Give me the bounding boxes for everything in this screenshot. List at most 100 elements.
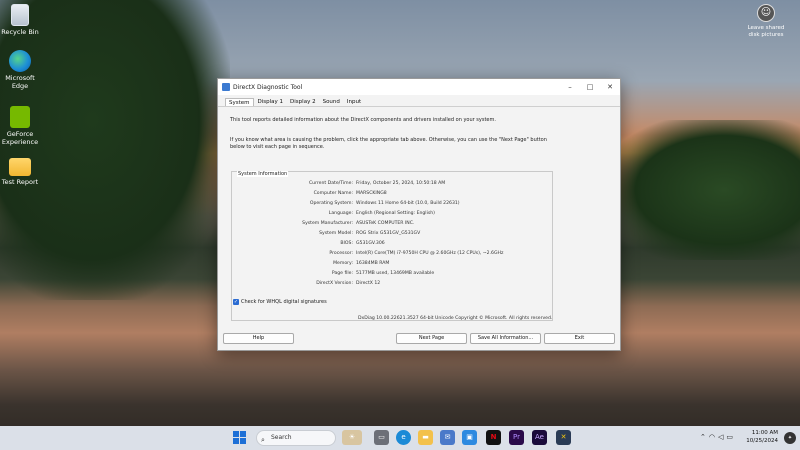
info-value: ASUSTeK COMPUTER INC.	[356, 221, 415, 226]
info-label: Computer Name:	[313, 191, 353, 196]
maximize-icon[interactable]: □	[580, 83, 600, 91]
desktop-icon-test-report[interactable]: Test Report	[0, 158, 42, 186]
desktop-icon-edge[interactable]: Microsoft Edge	[0, 50, 42, 90]
info-value: 5177MB used, 13469MB available	[356, 271, 435, 276]
edge-icon	[9, 50, 31, 72]
store-icon[interactable]: ▣	[462, 430, 477, 445]
window-title: DirectX Diagnostic Tool	[233, 83, 303, 91]
user-icon: ☺	[757, 4, 775, 22]
background-trees-right	[610, 120, 800, 260]
info-value: DirectX 12	[356, 281, 381, 286]
info-value: 16384MB RAM	[356, 261, 390, 266]
info-row: Computer Name: MARSCKING8	[232, 191, 552, 196]
desktop-icon-label: Test Report	[1, 178, 39, 186]
info-label: DirectX Version:	[316, 281, 353, 286]
wifi-icon[interactable]: ◠	[709, 433, 718, 441]
info-row: System Manufacturer: ASUSTeK COMPUTER INC…	[232, 221, 552, 226]
folder-icon	[9, 158, 31, 176]
tab-sound[interactable]: Sound	[320, 98, 343, 106]
tab-bar: System Display 1 Display 2 Sound Input	[218, 95, 620, 107]
intro-text-2: If you know what area is causing the pro…	[230, 137, 547, 150]
desktop-icon-top-right[interactable]: ☺ Leave shared disk pictures	[746, 4, 786, 39]
clock-date: 10/25/2024	[746, 438, 778, 444]
start-button[interactable]	[233, 431, 247, 445]
tab-input[interactable]: Input	[344, 98, 364, 106]
notification-icon[interactable]: ✦	[784, 432, 796, 444]
edge-taskbar-icon[interactable]: e	[396, 430, 411, 445]
intro-text-1: This tool reports detailed information a…	[230, 117, 496, 123]
info-label: Language:	[328, 211, 353, 216]
info-row: Processor: Intel(R) Core(TM) i7-9750H CPU…	[232, 251, 552, 256]
tab-display-1[interactable]: Display 1	[255, 98, 287, 106]
windows-logo-icon	[240, 431, 246, 437]
dxdiag-window: DirectX Diagnostic Tool – □ ✕ System Dis…	[217, 78, 621, 351]
info-row: Current Date/Time: Friday, October 25, 20…	[232, 181, 552, 186]
system-tray[interactable]: ⌃◠◁▭	[700, 433, 736, 441]
next-page-button[interactable]: Next Page	[396, 333, 467, 344]
windows-logo-icon	[240, 438, 246, 444]
copyright-text: DxDiag 10.00.22621.3527 64-bit Unicode C…	[358, 316, 553, 321]
desktop-icon-geforce[interactable]: GeForce Experience	[0, 106, 42, 146]
info-label: Current Date/Time:	[308, 181, 353, 186]
after-effects-icon[interactable]: Ae	[532, 430, 547, 445]
windows-logo-icon	[233, 431, 239, 437]
info-label: Operating System:	[309, 201, 353, 206]
info-value: Intel(R) Core(TM) i7-9750H CPU @ 2.60GHz…	[356, 251, 504, 256]
clock-time: 11:00 AM	[751, 430, 778, 436]
dxdiag-app-icon	[222, 83, 230, 91]
desktop-icon-recycle-bin[interactable]: Recycle Bin	[0, 4, 42, 36]
tab-display-2[interactable]: Display 2	[287, 98, 319, 106]
save-all-information-button[interactable]: Save All Information...	[470, 333, 541, 344]
info-row: System Model: ROG Strix G531GV_G531GV	[232, 231, 552, 236]
title-bar[interactable]: DirectX Diagnostic Tool – □ ✕	[218, 79, 620, 95]
widgets-icon[interactable]: ☀	[342, 430, 362, 445]
info-label: Page file:	[331, 271, 353, 276]
recycle-bin-icon	[11, 4, 29, 26]
background-trees-left	[0, 0, 230, 300]
info-value: MARSCKING8	[356, 191, 387, 196]
mail-icon[interactable]: ✉	[440, 430, 455, 445]
geforce-icon	[10, 106, 30, 128]
info-label: System Model:	[319, 231, 353, 236]
info-value: Friday, October 25, 2024, 10:50:18 AM	[356, 181, 446, 186]
info-label: Processor:	[329, 251, 353, 256]
desktop-icon-label: Leave shared disk pictures	[747, 25, 785, 38]
minimize-icon[interactable]: –	[560, 83, 580, 91]
taskbar-clock[interactable]: 11:00 AM 10/25/2024	[746, 429, 778, 445]
info-row: Language: English (Regional Setting: Engl…	[232, 211, 552, 216]
info-value: Windows 11 Home 64-bit (10.0, Build 2263…	[356, 201, 460, 206]
info-row: DirectX Version: DirectX 12	[232, 281, 552, 286]
info-row: Page file: 5177MB used, 13469MB available	[232, 271, 552, 276]
exit-button[interactable]: Exit	[544, 333, 615, 344]
info-label: BIOS:	[340, 241, 353, 246]
desktop-icon-label: GeForce Experience	[1, 130, 39, 146]
help-button[interactable]: Help	[223, 333, 294, 344]
info-row: BIOS: G531GV.306	[232, 241, 552, 246]
dxdiag-taskbar-icon[interactable]: ✕	[556, 430, 571, 445]
netflix-icon[interactable]: N	[486, 430, 501, 445]
desktop-icon-label: Recycle Bin	[1, 28, 39, 36]
file-explorer-icon[interactable]: ▬	[418, 430, 433, 445]
system-information-title: System Information	[237, 171, 289, 177]
taskbar: ⌕ Search ☀ ▭ e ▬ ✉ ▣ N Pr Ae ✕ ⌃◠◁▭ 11:0…	[0, 426, 800, 450]
whql-label: Check for WHQL digital signatures	[241, 299, 327, 305]
info-value: English (Regional Setting: English)	[356, 211, 435, 216]
info-value: ROG Strix G531GV_G531GV	[356, 231, 421, 236]
info-row: Operating System: Windows 11 Home 64-bit …	[232, 201, 552, 206]
search-placeholder: Search	[271, 434, 292, 441]
info-label: System Manufacturer:	[302, 221, 353, 226]
info-label: Memory:	[333, 261, 353, 266]
desktop-icon-label: Microsoft Edge	[5, 74, 35, 90]
search-icon: ⌕	[261, 436, 265, 444]
checkmark-icon: ✓	[233, 299, 239, 305]
search-box[interactable]: ⌕ Search	[256, 430, 336, 446]
system-tab-panel: This tool reports detailed information a…	[225, 109, 615, 324]
info-row: Memory: 16384MB RAM	[232, 261, 552, 266]
chevron-up-icon[interactable]: ⌃	[700, 433, 709, 441]
battery-icon[interactable]: ▭	[726, 433, 736, 441]
whql-checkbox[interactable]: ✓ Check for WHQL digital signatures	[233, 299, 327, 305]
tab-system[interactable]: System	[225, 98, 254, 106]
premiere-icon[interactable]: Pr	[509, 430, 524, 445]
close-icon[interactable]: ✕	[600, 83, 620, 91]
task-view-icon[interactable]: ▭	[374, 430, 389, 445]
